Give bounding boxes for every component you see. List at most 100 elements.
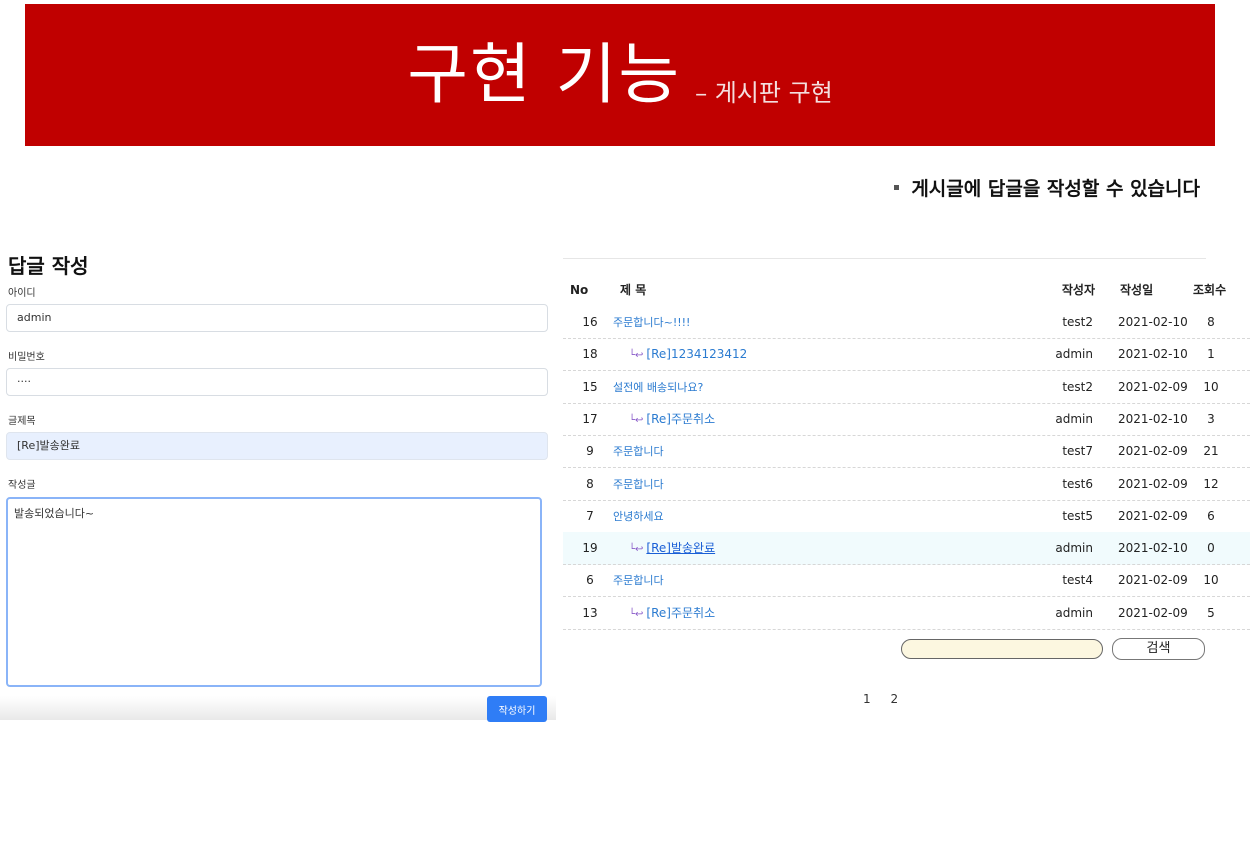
reply-arrow-icon: └↩ (629, 544, 644, 556)
post-title-field[interactable]: [Re]발송완료 (6, 432, 548, 460)
row-date: 2021-02-09 (1118, 605, 1188, 620)
password-field[interactable]: ···· (6, 368, 548, 396)
row-views: 3 (1207, 411, 1215, 426)
content-label: 작성글 (8, 480, 36, 491)
search-input[interactable] (901, 639, 1103, 659)
reply-form: 답글 작성 아이디 admin 비밀번호 ···· 글제목 [Re]발송완료 작… (0, 248, 556, 722)
row-title: └↩ [Re]발송완료 (613, 532, 715, 564)
row-date: 2021-02-09 (1118, 379, 1188, 394)
table-row[interactable]: 16 주문합니다~!!!! test2 2021-02-10 8 (563, 306, 1250, 339)
row-author: test6 (1062, 476, 1093, 491)
row-title: 주문합니다 (613, 468, 664, 500)
pagination: 1 2 (863, 692, 914, 706)
row-date: 2021-02-09 (1118, 476, 1188, 491)
row-views: 5 (1207, 605, 1215, 620)
feature-description: 게시글에 답글을 작성할 수 있습니다 (894, 174, 1200, 201)
row-date: 2021-02-09 (1118, 573, 1188, 588)
row-no: 8 (586, 476, 594, 491)
table-row[interactable]: 18 └↩ [Re]1234123412 admin 2021-02-10 1 (563, 338, 1250, 372)
row-title-link[interactable]: [Re]발송완료 (646, 541, 715, 555)
row-author: test2 (1062, 379, 1093, 394)
row-no: 16 (582, 315, 598, 329)
table-header: No 제 목 작성자 작성일 조회수 (563, 274, 1250, 306)
row-title: └↩ [Re]주문취소 (613, 403, 715, 435)
row-date: 2021-02-09 (1118, 508, 1188, 523)
table-row[interactable]: 19 └↩ [Re]발송완료 admin 2021-02-10 0 (563, 532, 1250, 566)
divider (563, 258, 1206, 259)
form-footer (0, 696, 556, 720)
row-title: 주문합니다 (613, 435, 664, 467)
row-views: 8 (1207, 315, 1215, 329)
row-title-link[interactable]: 주문합니다 (613, 445, 664, 458)
row-no: 18 (582, 347, 598, 362)
table-row[interactable]: 7 안녕하세요 test5 2021-02-09 6 (563, 500, 1250, 533)
header-author: 작성자 (1061, 283, 1095, 297)
row-views: 12 (1203, 476, 1219, 491)
row-date: 2021-02-09 (1118, 444, 1188, 459)
table-row[interactable]: 8 주문합니다 test6 2021-02-09 12 (563, 468, 1250, 501)
row-author: admin (1055, 411, 1093, 426)
row-date: 2021-02-10 (1118, 347, 1188, 362)
row-title: 주문합니다 (613, 564, 664, 596)
page-link[interactable]: 2 (890, 692, 898, 706)
table-row[interactable]: 17 └↩ [Re]주문취소 admin 2021-02-10 3 (563, 403, 1250, 436)
post-title-label: 글제목 (8, 416, 36, 427)
row-author: test5 (1062, 508, 1093, 523)
row-date: 2021-02-10 (1118, 315, 1188, 329)
row-no: 15 (582, 379, 598, 394)
row-views: 0 (1207, 541, 1215, 556)
row-title: └↩ [Re]1234123412 (613, 338, 747, 370)
row-author: admin (1055, 605, 1093, 620)
id-label: 아이디 (8, 288, 36, 299)
header-no: No (570, 283, 589, 297)
row-title: └↩ [Re]주문취소 (613, 597, 715, 629)
row-author: admin (1055, 541, 1093, 556)
table-row[interactable]: 15 설전에 배송되나요? test2 2021-02-09 10 (563, 371, 1250, 404)
row-author: test2 (1062, 315, 1093, 329)
bullet-icon (894, 185, 900, 190)
row-no: 9 (586, 444, 594, 459)
content-textarea[interactable]: 발송되었습니다~ (6, 497, 542, 687)
header-title: 제 목 (620, 283, 647, 297)
page-link[interactable]: 1 (863, 692, 871, 706)
row-title-link[interactable]: 설전에 배송되나요? (613, 381, 703, 394)
row-views: 10 (1203, 573, 1219, 588)
row-author: admin (1055, 347, 1093, 362)
search-button[interactable]: 검색 (1112, 638, 1205, 660)
table-row[interactable]: 13 └↩ [Re]주문취소 admin 2021-02-09 5 (563, 597, 1250, 630)
id-field[interactable]: admin (6, 304, 548, 332)
row-author: test7 (1062, 444, 1093, 459)
banner-subtitle: – 게시판 구현 (695, 78, 833, 107)
row-date: 2021-02-10 (1118, 411, 1188, 426)
row-title: 설전에 배송되나요? (613, 371, 703, 403)
row-title-link[interactable]: [Re]주문취소 (646, 606, 715, 620)
row-views: 1 (1207, 347, 1215, 362)
row-date: 2021-02-10 (1118, 541, 1188, 556)
form-title: 답글 작성 (8, 254, 89, 278)
header-views: 조회수 (1193, 283, 1227, 297)
row-views: 10 (1203, 379, 1219, 394)
row-title-link[interactable]: [Re]주문취소 (646, 412, 715, 426)
row-author: test4 (1062, 573, 1093, 588)
reply-arrow-icon: └↩ (629, 350, 644, 362)
row-no: 13 (582, 605, 598, 620)
banner-title: 구현 기능 (407, 36, 682, 113)
row-no: 17 (582, 411, 598, 426)
table-row[interactable]: 9 주문합니다 test7 2021-02-09 21 (563, 435, 1250, 469)
row-title: 주문합니다~!!!! (613, 306, 690, 338)
row-no: 19 (582, 541, 598, 556)
row-title-link[interactable]: 주문합니다 (613, 478, 664, 491)
row-title-link[interactable]: [Re]1234123412 (646, 347, 747, 361)
row-no: 7 (586, 508, 594, 523)
submit-button[interactable]: 작성하기 (487, 696, 547, 722)
header-date: 작성일 (1120, 283, 1154, 297)
row-title-link[interactable]: 주문합니다~!!!! (613, 316, 690, 329)
feature-description-text: 게시글에 답글을 작성할 수 있습니다 (911, 178, 1200, 200)
table-row[interactable]: 6 주문합니다 test4 2021-02-09 10 (563, 564, 1250, 598)
row-title-link[interactable]: 주문합니다 (613, 574, 664, 587)
row-views: 21 (1203, 444, 1219, 459)
row-title: 안녕하세요 (613, 500, 664, 532)
row-views: 6 (1207, 508, 1215, 523)
row-title-link[interactable]: 안녕하세요 (613, 510, 664, 523)
reply-arrow-icon: └↩ (629, 608, 644, 620)
